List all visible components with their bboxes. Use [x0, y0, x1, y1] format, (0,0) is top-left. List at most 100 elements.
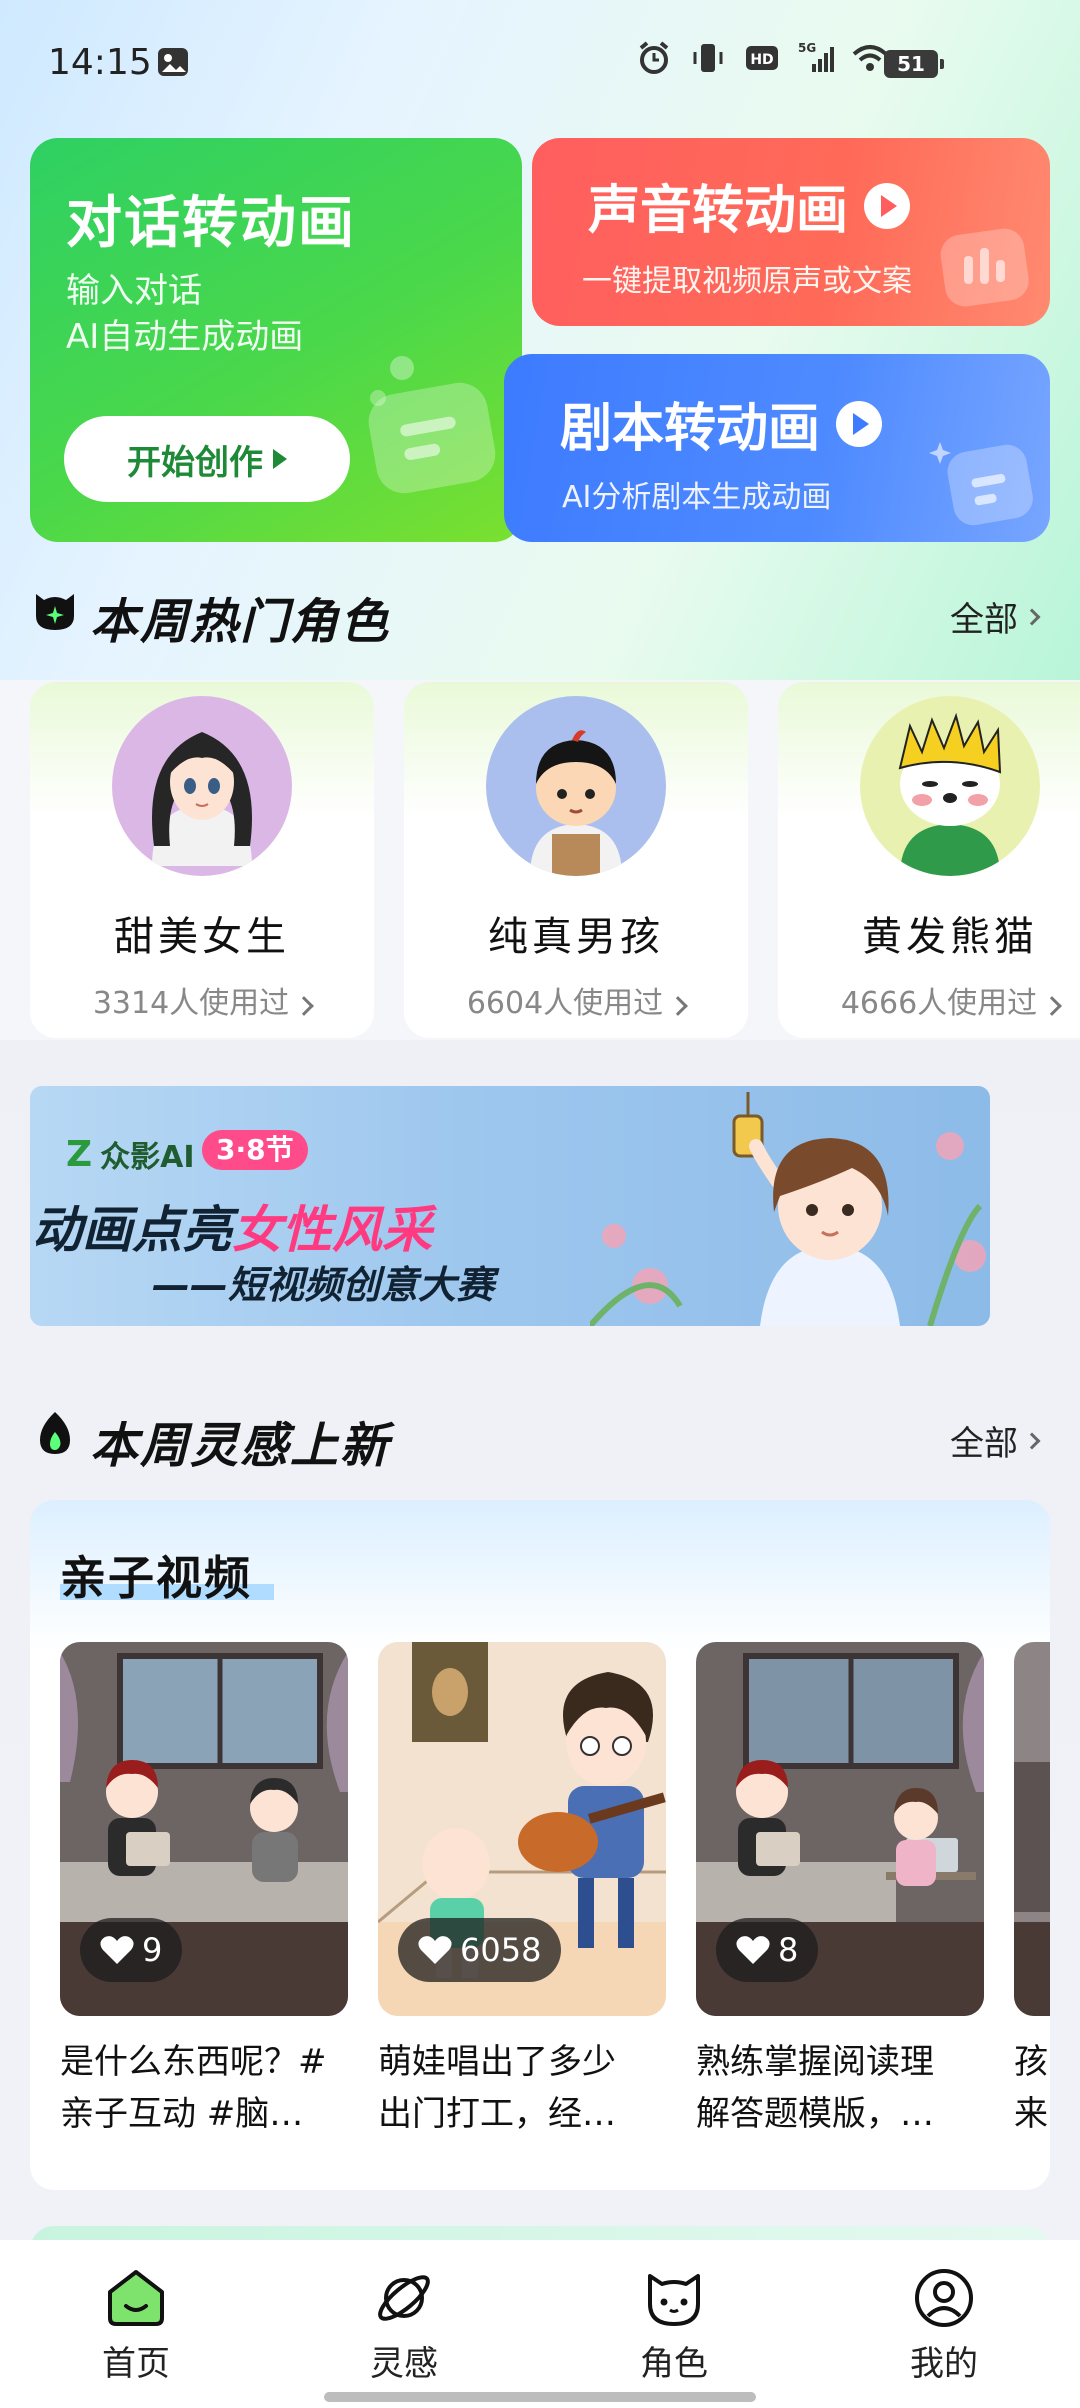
- nav-role[interactable]: 角色: [604, 2266, 744, 2385]
- caption-line: 萌娃唱出了多少: [378, 2042, 616, 2082]
- role-usage: 6604人使用过: [404, 978, 748, 1022]
- heart-icon: [100, 1936, 134, 1964]
- role-name: 纯真男孩: [488, 914, 664, 960]
- play-triangle-icon: [273, 449, 287, 469]
- role-usage-text: 3314人使用过: [92, 986, 290, 1021]
- play-circle-icon: [836, 400, 883, 447]
- signal-5g-icon: 5G: [798, 41, 834, 72]
- likes-count: 6058: [460, 1931, 542, 1969]
- video-caption[interactable]: 孩 来: [1014, 2036, 1050, 2140]
- role-usage: 3314人使用过: [30, 978, 374, 1022]
- category-title: 亲子视频: [60, 1551, 252, 1605]
- hot-roles-all-link[interactable]: 全部: [950, 592, 1041, 641]
- chevron-right-icon: [1023, 1432, 1041, 1449]
- heart-icon: [736, 1936, 770, 1964]
- caption-line: 来: [1014, 2094, 1048, 2134]
- hot-roles-header: 本周热门角色 全部: [30, 578, 1050, 650]
- caption-line: 孩: [1014, 2042, 1048, 2082]
- banner-badge: 3·8节: [202, 1130, 308, 1170]
- caption-line: 亲子互动 #脑…: [60, 2094, 304, 2134]
- alarm-icon: [639, 41, 669, 74]
- dialog-card-title: 对话转动画: [66, 191, 356, 256]
- hd-icon: HD: [746, 46, 778, 70]
- flame-icon: [40, 1412, 70, 1454]
- video-thumbnail[interactable]: [1014, 1642, 1050, 2016]
- caption-line: 解答题模版，…: [696, 2094, 934, 2134]
- caption-line: 出门打工，经…: [378, 2094, 616, 2134]
- dialog-to-animation-card[interactable]: 对话转动画 输入对话 AI自动生成动画 开始创作: [30, 138, 522, 542]
- hot-roles-all-label: 全部: [950, 600, 1018, 640]
- chat-bubble-icon: [368, 356, 496, 494]
- role-avatar: [860, 696, 1040, 876]
- role-usage: 4666人使用过: [778, 978, 1080, 1022]
- planet-icon: [378, 2275, 430, 2321]
- dialog-sub-line1: 输入对话: [66, 271, 202, 311]
- profile-icon: [915, 2269, 973, 2327]
- start-create-button[interactable]: 开始创作: [64, 416, 350, 502]
- bottom-navigation: 首页 灵感 角色 我的: [0, 2240, 1080, 2408]
- likes-badge: 8: [716, 1918, 819, 1982]
- inspiration-title: 本周灵感上新: [90, 1418, 391, 1474]
- chevron-right-icon: [1042, 996, 1063, 1016]
- voice-to-animation-card[interactable]: 声音转动画 一键提取视频原声或文案: [532, 138, 1050, 326]
- nav-inspiration-label: 灵感: [370, 2344, 438, 2384]
- home-indicator[interactable]: [324, 2392, 756, 2402]
- gallery-icon: [158, 48, 188, 76]
- nav-home-label: 首页: [102, 2344, 170, 2384]
- inspiration-card: 亲子视频 9 6058 8 是什么东西呢？# 亲子互动 #脑… 萌娃唱出了多少 …: [30, 1500, 1050, 2190]
- nav-home[interactable]: 首页: [66, 2266, 206, 2385]
- nav-mine-label: 我的: [910, 2344, 978, 2384]
- dialog-card-subtitle: 输入对话 AI自动生成动画: [66, 268, 303, 360]
- video-caption[interactable]: 是什么东西呢？# 亲子互动 #脑…: [60, 2036, 350, 2140]
- video-caption[interactable]: 熟练掌握阅读理 解答题模版，…: [696, 2036, 986, 2140]
- script-to-animation-card[interactable]: 剧本转动画 AI分析剧本生成动画: [504, 354, 1050, 542]
- script-doc-icon: [929, 442, 1033, 526]
- role-card[interactable]: 纯真男孩 6604人使用过: [404, 682, 748, 1038]
- video-caption[interactable]: 萌娃唱出了多少 出门打工，经…: [378, 2036, 668, 2140]
- caption-line: 是什么东西呢？#: [60, 2042, 327, 2082]
- audio-bars-icon: [940, 228, 1029, 307]
- role-usage-text: 4666人使用过: [840, 986, 1038, 1021]
- cat-face-icon: [648, 2274, 700, 2326]
- likes-badge: 9: [80, 1918, 183, 1982]
- status-bar: 14:15 HD 5G 51: [0, 0, 1080, 130]
- living-room-illustration: [1014, 1642, 1050, 2016]
- nav-inspiration[interactable]: 灵感: [334, 2266, 474, 2385]
- nav-role-label: 角色: [640, 2344, 708, 2384]
- heart-icon: [418, 1936, 452, 1964]
- cat-spark-icon: [36, 594, 74, 630]
- script-card-title-text: 剧本转动画: [560, 399, 821, 459]
- brand-logo-icon: Z: [66, 1133, 93, 1175]
- inspiration-all-label: 全部: [950, 1424, 1018, 1464]
- voice-card-title-text: 声音转动画: [588, 181, 849, 241]
- banner-brand: Z 众影AI: [66, 1132, 195, 1176]
- contest-banner[interactable]: Z 众影AI 3·8节 动画点亮女性风采 ——短视频创意大赛: [30, 1086, 990, 1326]
- voice-card-title: 声音转动画: [588, 168, 911, 243]
- wifi-icon: [852, 45, 888, 71]
- likes-count: 8: [778, 1931, 799, 1969]
- inspiration-header: 本周灵感上新 全部: [30, 1402, 1050, 1474]
- role-avatar: [486, 696, 666, 876]
- svg-text:5G: 5G: [798, 41, 816, 55]
- nav-mine[interactable]: 我的: [874, 2266, 1014, 2385]
- play-circle-icon: [864, 182, 911, 229]
- home-icon: [108, 2270, 164, 2326]
- dialog-sub-line2: AI自动生成动画: [66, 317, 304, 357]
- chevron-right-icon: [1023, 608, 1041, 625]
- video-thumbnail[interactable]: 8: [696, 1642, 984, 2016]
- role-card[interactable]: 甜美女生 3314人使用过: [30, 682, 374, 1038]
- status-time: 14:15: [48, 42, 152, 83]
- video-thumbnail[interactable]: 6058: [378, 1642, 666, 2016]
- banner-subtitle: ——短视频创意大赛: [152, 1263, 495, 1307]
- hot-roles-title: 本周热门角色: [90, 594, 391, 650]
- role-avatar: [112, 696, 292, 876]
- banner-title-a: 动画点亮: [32, 1201, 232, 1259]
- inspiration-all-link[interactable]: 全部: [950, 1416, 1041, 1465]
- chevron-right-icon: [668, 996, 689, 1016]
- video-thumbnail[interactable]: 9: [60, 1642, 348, 2016]
- caption-line: 熟练掌握阅读理: [696, 2042, 934, 2082]
- role-usage-text: 6604人使用过: [466, 986, 664, 1021]
- likes-badge: 6058: [398, 1918, 562, 1982]
- script-card-title: 剧本转动画: [560, 386, 883, 461]
- role-card[interactable]: 黄发熊猫 4666人使用过: [778, 682, 1080, 1038]
